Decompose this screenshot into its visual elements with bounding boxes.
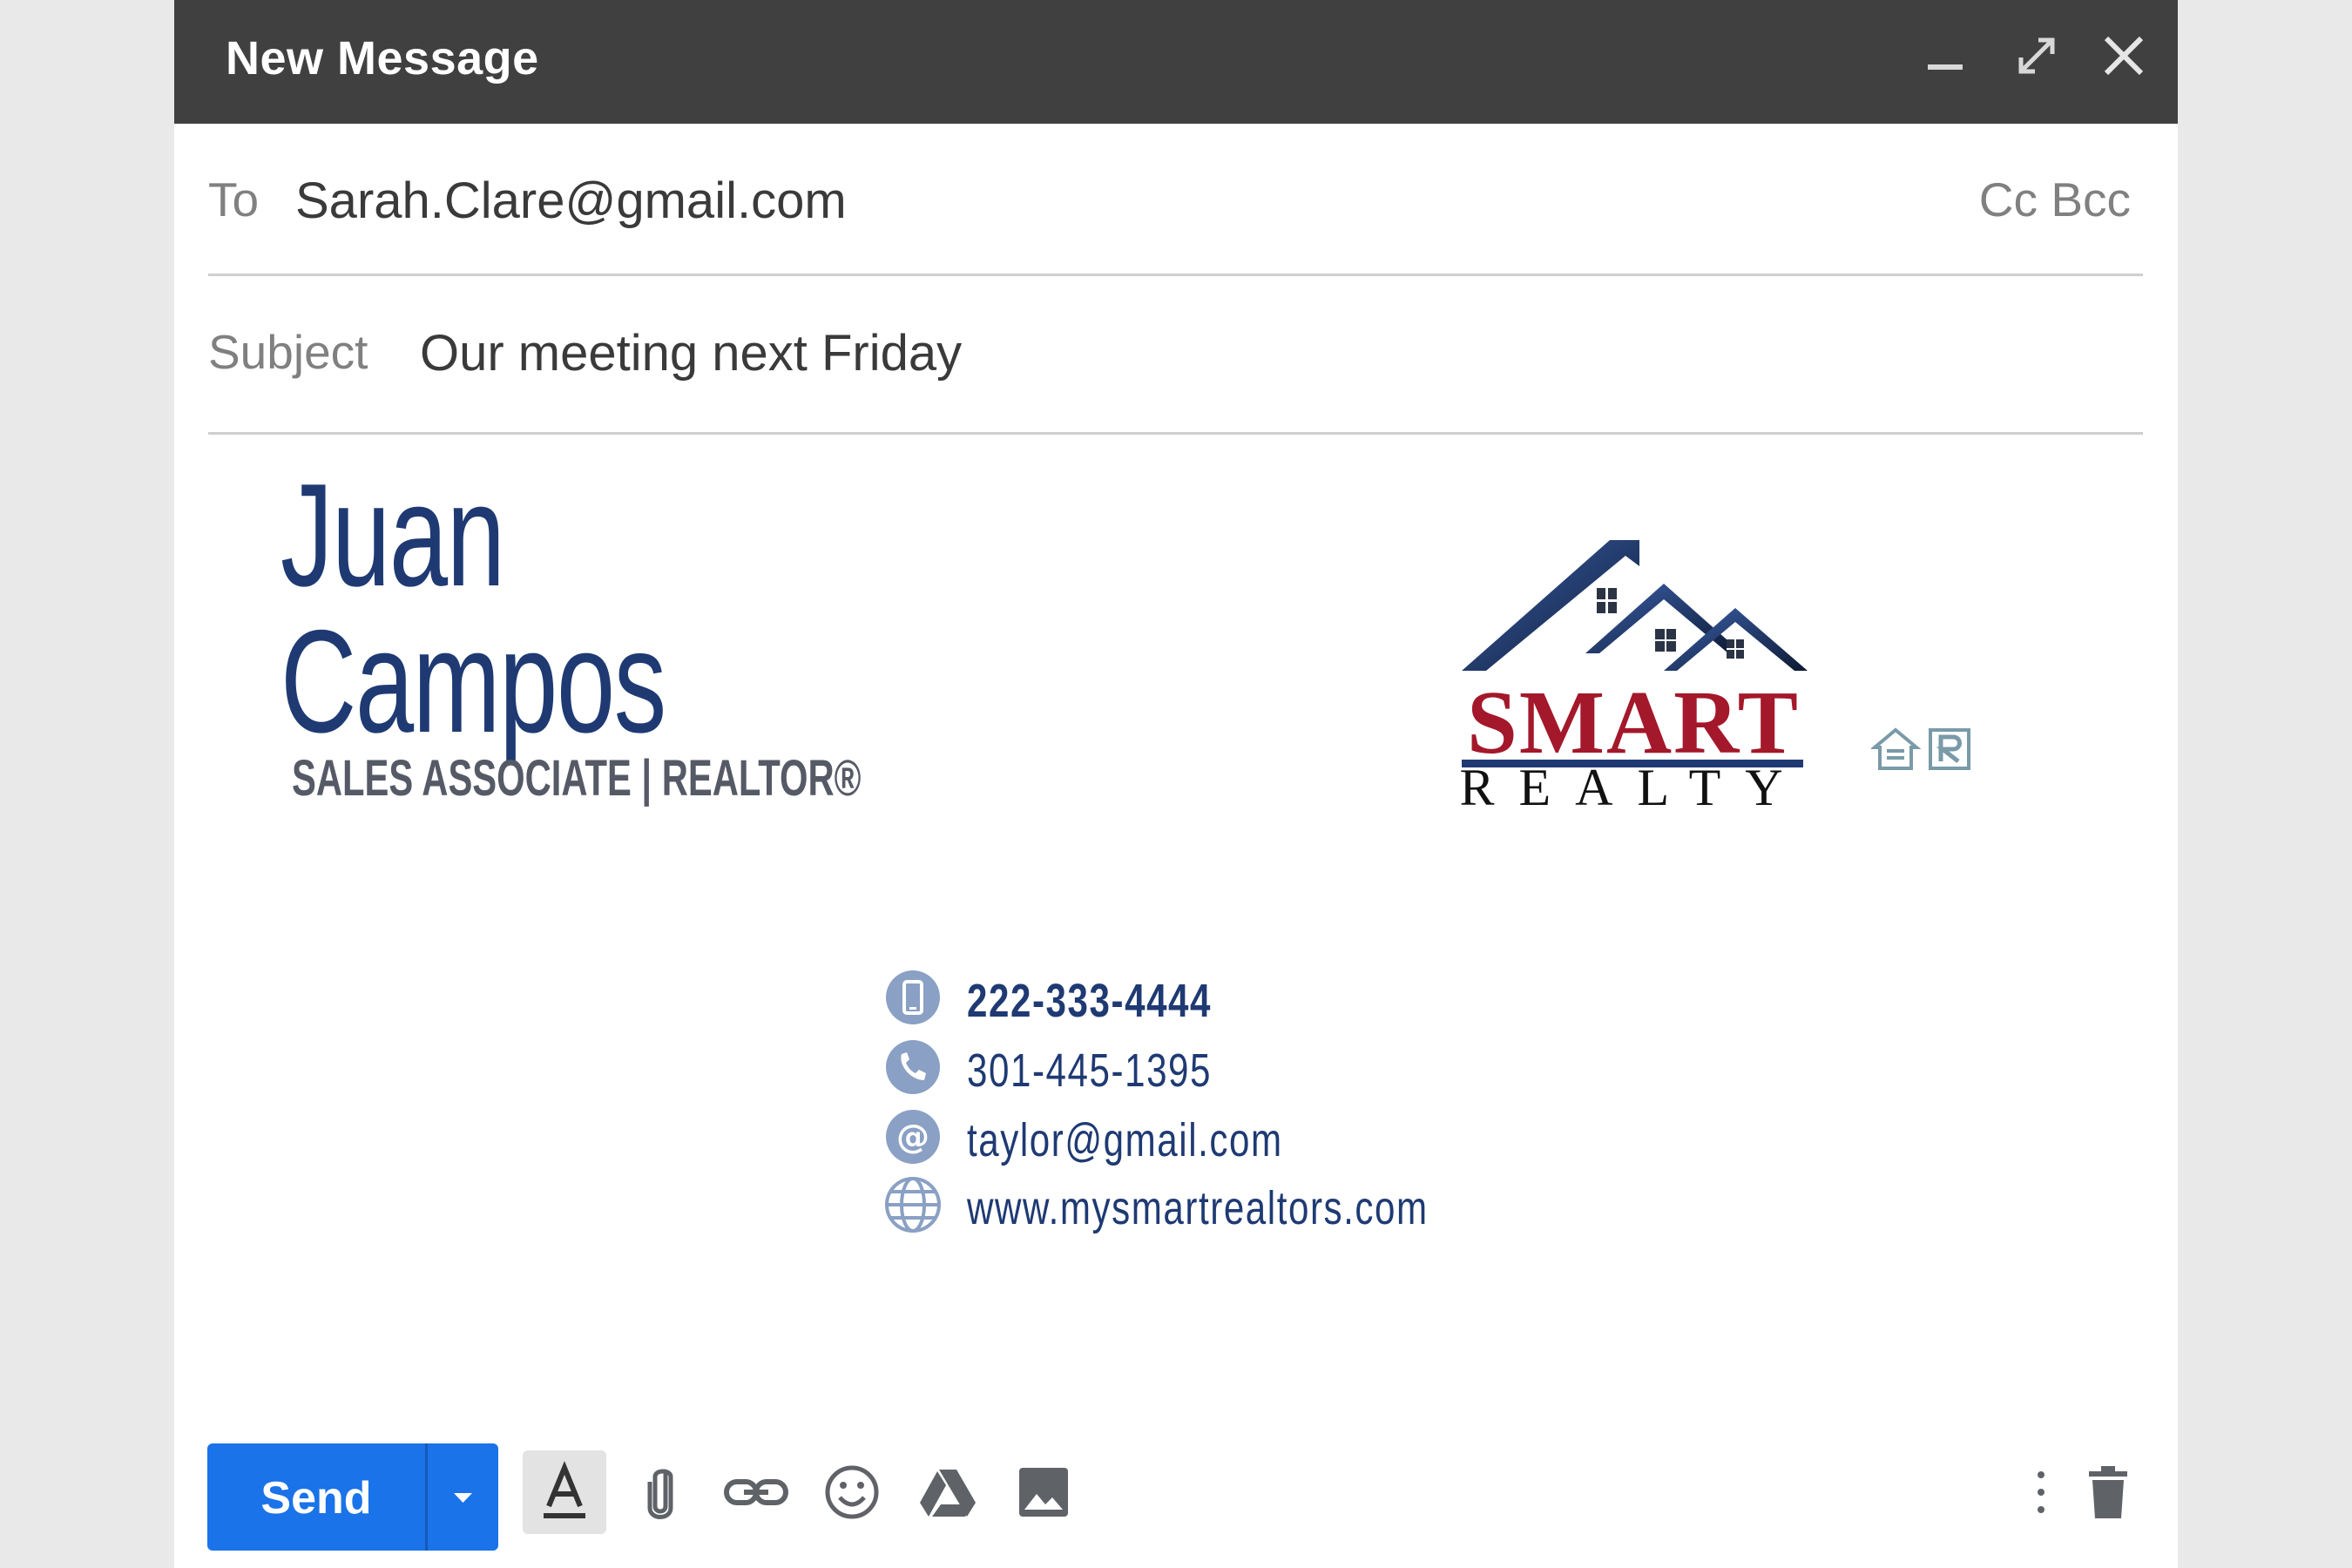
signature-last-name: Campos <box>280 599 666 763</box>
formatting-icon <box>544 1461 585 1518</box>
discard-draft-button[interactable] <box>2066 1450 2150 1534</box>
subject-input[interactable]: Our meeting next Friday <box>420 324 962 382</box>
google-drive-icon <box>920 1470 976 1517</box>
formatting-options-button[interactable] <box>523 1450 606 1534</box>
attach-file-icon <box>647 1469 673 1519</box>
signature-phone[interactable]: 301-445-1395 <box>967 1044 1212 1098</box>
insert-emoji-button[interactable] <box>810 1450 894 1534</box>
to-row[interactable]: To Sarah.Clare@gmail.com Cc Bcc <box>208 124 2143 276</box>
signature-first-name: Juan <box>280 453 505 617</box>
to-label: To <box>208 172 260 226</box>
globe-icon <box>884 1176 942 1233</box>
insert-link-icon <box>724 1479 788 1505</box>
signature-email[interactable]: taylor@gmail.com <box>967 1113 1283 1167</box>
logo-realty-text: REALTY <box>1459 759 1808 816</box>
compose-toolbar: Send <box>174 1429 2178 1568</box>
subject-label: Subject <box>208 325 368 379</box>
insert-link-button[interactable] <box>714 1450 798 1534</box>
attach-files-button[interactable] <box>618 1450 702 1534</box>
cc-link[interactable]: Cc <box>1979 172 2038 226</box>
send-button[interactable]: Send <box>207 1472 425 1524</box>
signature-website[interactable]: www.mysmartrealtors.com <box>967 1181 1429 1235</box>
house-roofs-graphic <box>1462 540 1808 671</box>
send-options-dropdown[interactable] <box>428 1443 498 1551</box>
bcc-link[interactable]: Bcc <box>2051 172 2131 226</box>
signature-role: SALES ASSOCIATE | REALTOR® <box>292 750 862 807</box>
subject-row[interactable]: Subject Our meeting next Friday <box>208 276 2143 435</box>
signature-name: Juan Campos <box>280 462 666 754</box>
fullscreen-icon[interactable] <box>2012 31 2061 80</box>
send-button-group: Send <box>207 1443 498 1551</box>
insert-photo-button[interactable] <box>1002 1450 1085 1534</box>
at-sign-icon: @ <box>884 1108 942 1166</box>
svg-text:@: @ <box>896 1118 929 1156</box>
compose-title-bar[interactable]: New Message <box>174 0 2178 124</box>
close-icon[interactable] <box>2099 31 2148 80</box>
insert-drive-file-button[interactable] <box>906 1450 990 1534</box>
mobile-phone-icon <box>884 969 942 1026</box>
smart-realty-logo: SMART REALTY <box>1455 531 1821 906</box>
equal-housing-realtor-icons <box>1869 725 1984 777</box>
to-recipient[interactable]: Sarah.Clare@gmail.com <box>295 172 847 230</box>
emoji-icon <box>825 1465 879 1519</box>
discard-draft-icon <box>2089 1466 2127 1518</box>
compose-title: New Message <box>226 32 539 84</box>
chevron-down-icon <box>454 1493 472 1503</box>
phone-icon <box>884 1038 942 1096</box>
compose-window: New Message To Sarah.Clare@gmail.com Cc … <box>174 0 2178 1568</box>
insert-photo-icon <box>1019 1468 1068 1517</box>
cc-bcc-links: Cc Bcc <box>1979 172 2131 227</box>
signature-mobile[interactable]: 222-333-4444 <box>967 974 1212 1028</box>
minimize-icon[interactable] <box>1921 31 1970 80</box>
